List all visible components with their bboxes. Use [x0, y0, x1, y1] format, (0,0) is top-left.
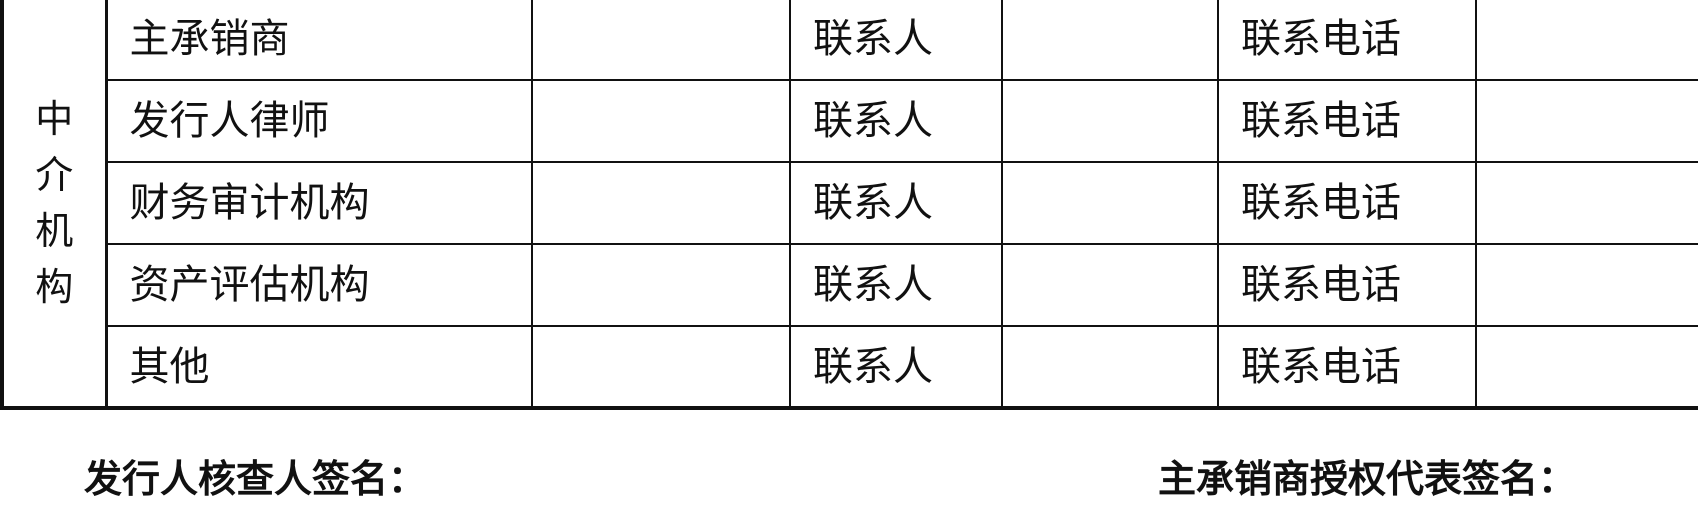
contact-field[interactable]: [1001, 243, 1219, 327]
phone-label: 联系电话: [1217, 79, 1477, 163]
phone-label: 联系电话: [1217, 243, 1477, 327]
role-name-field[interactable]: [531, 325, 791, 409]
phone-label: 联系电话: [1217, 325, 1477, 409]
phone-field[interactable]: [1475, 243, 1698, 327]
role-cell: 财务审计机构: [105, 161, 533, 245]
table-row: 资产评估机构 联系人 联系电话: [2, 243, 1698, 327]
table-row: 发行人律师 联系人 联系电话: [2, 79, 1698, 163]
table-row: 其他 联系人 联系电话: [2, 325, 1698, 409]
phone-field[interactable]: [1475, 161, 1698, 245]
underwriter-rep-signature-label: 主承销商授权代表签名：: [1158, 457, 1577, 501]
group-cell: 中介机构: [1, 0, 108, 409]
contact-label: 联系人: [789, 325, 1003, 409]
contact-label: 联系人: [789, 79, 1003, 163]
role-name-field[interactable]: [531, 161, 791, 245]
role-name-field[interactable]: [531, 243, 791, 327]
contact-field[interactable]: [1001, 325, 1219, 409]
role-name-field[interactable]: [531, 0, 791, 81]
role-cell: 发行人律师: [105, 79, 533, 163]
contact-field[interactable]: [1001, 161, 1219, 245]
contact-field[interactable]: [1001, 79, 1219, 163]
issuer-verifier-signature-label: 发行人核查人签名：: [84, 457, 427, 501]
role-name-field[interactable]: [531, 79, 791, 163]
table-row: 财务审计机构 联系人 联系电话: [2, 161, 1698, 245]
intermediary-table: 中介机构 主承销商 联系人 联系电话 发行人律师 联系人 联系电话 财务审计机构: [0, 0, 1698, 410]
contact-label: 联系人: [789, 161, 1003, 245]
role-cell: 主承销商: [105, 0, 533, 81]
group-label: 中介机构: [35, 96, 74, 309]
contact-field[interactable]: [1001, 0, 1219, 81]
role-cell: 资产评估机构: [105, 243, 533, 327]
table-row: 中介机构 主承销商 联系人 联系电话: [1, 0, 1698, 409]
intermediary-table-container: 中介机构 主承销商 联系人 联系电话 发行人律师 联系人 联系电话 财务审计机构: [0, 0, 1698, 410]
phone-label: 联系电话: [1217, 161, 1477, 245]
phone-field[interactable]: [1475, 0, 1698, 81]
contact-label: 联系人: [789, 243, 1003, 327]
role-cell: 其他: [105, 325, 533, 409]
contact-label: 联系人: [789, 0, 1003, 81]
phone-field[interactable]: [1475, 79, 1698, 163]
phone-field[interactable]: [1475, 325, 1698, 409]
phone-label: 联系电话: [1217, 0, 1477, 81]
